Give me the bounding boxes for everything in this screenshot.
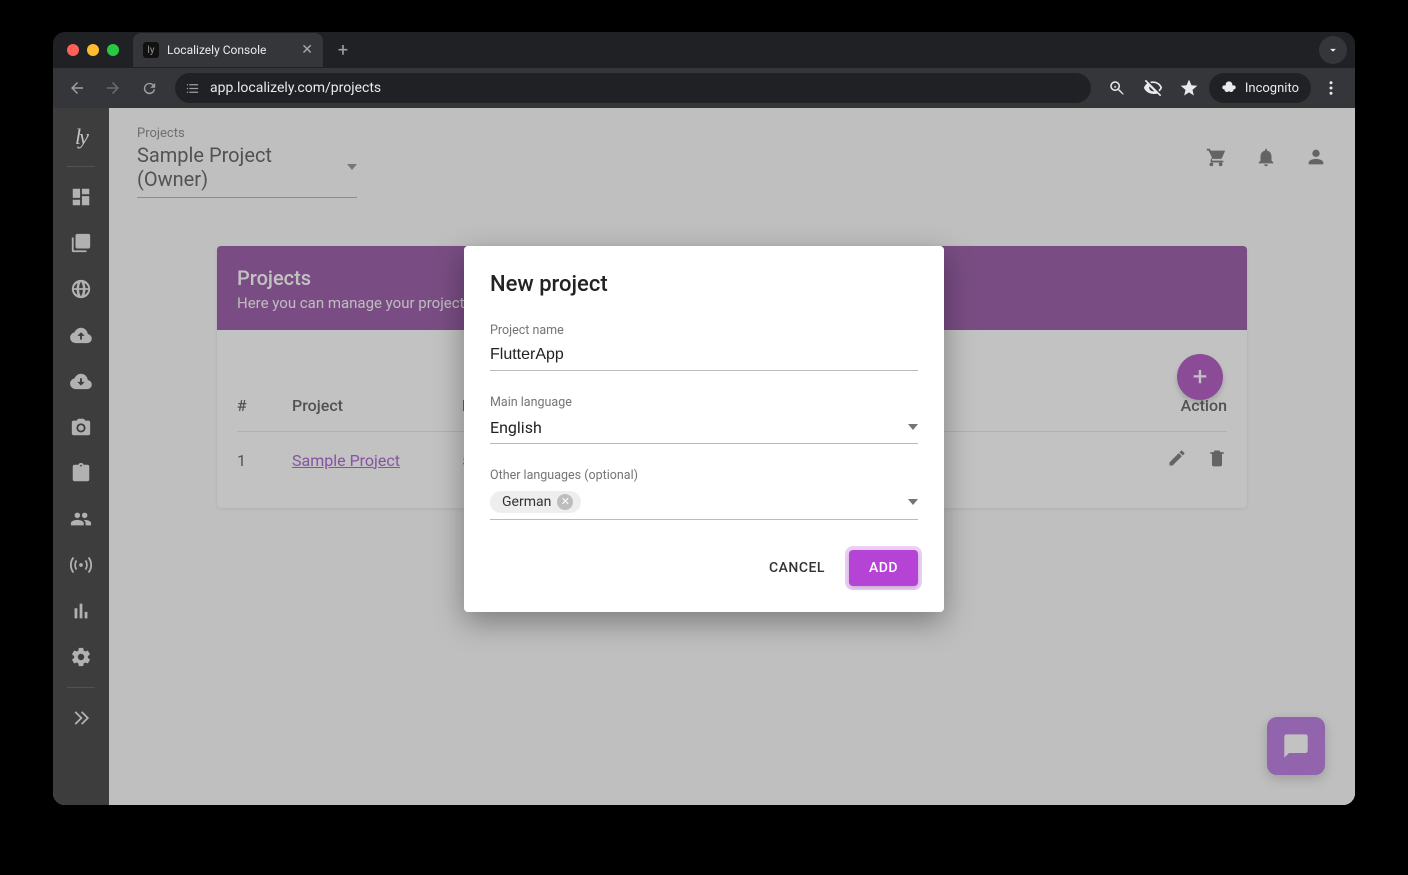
reload-button[interactable] (133, 72, 165, 104)
minimize-window-button[interactable] (87, 44, 99, 56)
bookmark-star-icon[interactable] (1173, 72, 1205, 104)
incognito-indicator[interactable]: Incognito (1209, 73, 1311, 103)
project-name-field: Project name (490, 323, 918, 371)
eye-off-icon[interactable] (1137, 72, 1169, 104)
address-bar[interactable]: app.localizely.com/projects (175, 73, 1091, 103)
tab-favicon: ly (143, 42, 159, 58)
language-chip: German ✕ (490, 491, 581, 513)
incognito-icon (1221, 80, 1237, 96)
remove-chip-icon[interactable]: ✕ (557, 494, 573, 510)
other-languages-field: Other languages (optional) German ✕ (490, 468, 918, 520)
forward-button[interactable] (97, 72, 129, 104)
modal-actions: CANCEL ADD (490, 550, 918, 586)
maximize-window-button[interactable] (107, 44, 119, 56)
page-content: ly (53, 108, 1355, 805)
main-language-select[interactable]: English (490, 414, 918, 444)
browser-window: ly Localizely Console ✕ + app.localizely… (53, 32, 1355, 805)
main-language-label: Main language (490, 395, 918, 410)
incognito-label: Incognito (1245, 81, 1299, 96)
main-language-value: English (490, 418, 542, 437)
browser-tab[interactable]: ly Localizely Console ✕ (133, 33, 323, 67)
project-name-label: Project name (490, 323, 918, 338)
new-tab-button[interactable]: + (329, 36, 357, 64)
other-languages-select[interactable]: German ✕ (490, 487, 918, 520)
window-controls (61, 44, 127, 56)
chip-label: German (502, 494, 551, 510)
close-tab-icon[interactable]: ✕ (301, 42, 313, 58)
chevron-down-icon (908, 424, 918, 430)
other-languages-label: Other languages (optional) (490, 468, 918, 483)
new-project-modal: New project Project name Main language E… (464, 246, 944, 612)
modal-title: New project (490, 272, 918, 297)
back-button[interactable] (61, 72, 93, 104)
url-text: app.localizely.com/projects (210, 80, 381, 96)
browser-toolbar: app.localizely.com/projects Incognito (53, 68, 1355, 108)
chevron-down-icon (908, 499, 918, 505)
project-name-input[interactable] (490, 342, 918, 371)
tab-bar: ly Localizely Console ✕ + (53, 32, 1355, 68)
add-button[interactable]: ADD (849, 550, 918, 586)
tab-list-button[interactable] (1319, 36, 1347, 64)
cancel-button[interactable]: CANCEL (759, 552, 835, 584)
browser-menu-icon[interactable] (1315, 72, 1347, 104)
site-settings-icon[interactable] (185, 81, 200, 96)
close-window-button[interactable] (67, 44, 79, 56)
zoom-icon[interactable] (1101, 72, 1133, 104)
tab-title: Localizely Console (167, 43, 266, 57)
main-language-field: Main language English (490, 395, 918, 444)
